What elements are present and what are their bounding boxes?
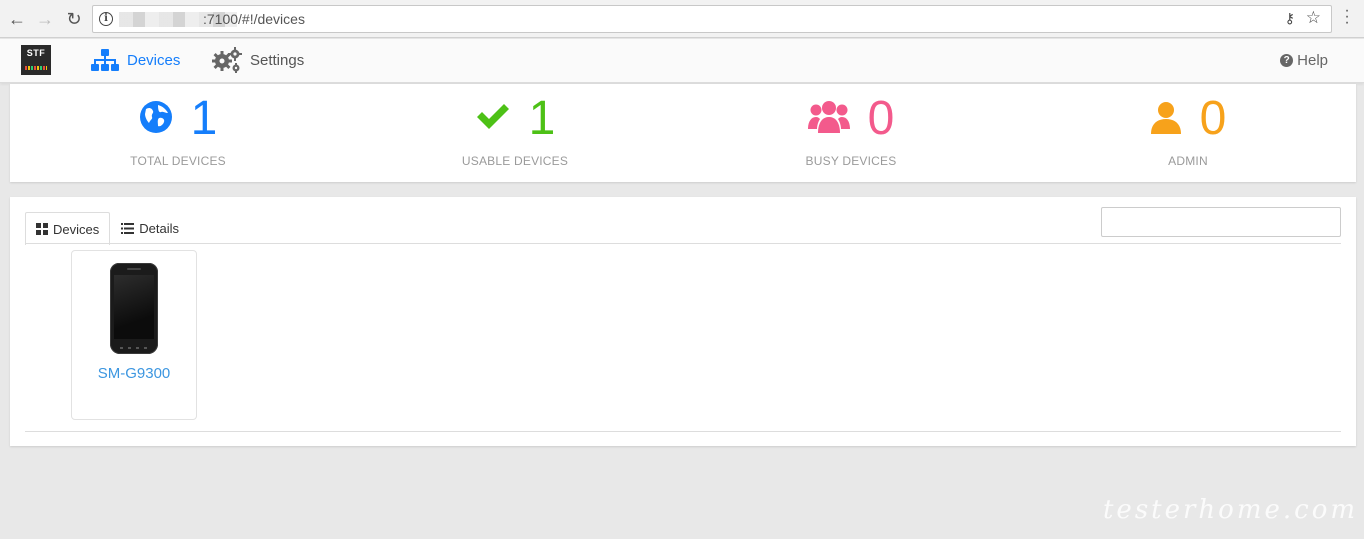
bookmark-star-icon[interactable]: ☆ xyxy=(1306,8,1321,28)
back-arrow-icon[interactable]: ← xyxy=(6,8,28,30)
forward-arrow-icon[interactable]: → xyxy=(34,8,56,30)
gears-icon xyxy=(212,47,242,73)
stat-admin-value: 0 xyxy=(1199,92,1227,145)
device-name[interactable]: SM-G9300 xyxy=(72,365,196,382)
help-link[interactable]: ? Help xyxy=(1280,45,1328,75)
stat-usable-devices: 1 USABLE DEVICES xyxy=(347,84,683,182)
view-tabs: Devices Details xyxy=(25,212,190,245)
tab-details-label: Details xyxy=(139,221,179,236)
panel-divider xyxy=(25,431,1341,432)
sitemap-icon xyxy=(91,48,119,72)
nav-settings-label: Settings xyxy=(250,51,305,69)
tab-devices[interactable]: Devices xyxy=(25,212,111,245)
browser-toolbar: ← → ↻ i :7100/#!/devices ⚷ ☆ · · · xyxy=(0,0,1364,38)
stat-usable-value: 1 xyxy=(528,92,556,145)
stat-busy-label: BUSY DEVICES xyxy=(805,154,897,168)
app-navbar: STF Devices Settings ? Help xyxy=(0,39,1364,83)
stat-total-devices: 1 TOTAL DEVICES xyxy=(10,84,346,182)
address-url: :7100/#!/devices xyxy=(203,11,305,27)
stat-total-value: 1 xyxy=(190,92,218,145)
devices-panel: Devices Details SM-G9300 xyxy=(10,197,1356,446)
tab-divider xyxy=(25,243,1341,244)
browser-menu-icon[interactable]: · · · xyxy=(1344,3,1350,31)
stat-busy-devices: 0 BUSY DEVICES xyxy=(683,84,1019,182)
users-icon xyxy=(807,99,850,140)
question-icon: ? xyxy=(1280,53,1294,67)
address-bar[interactable]: i :7100/#!/devices ⚷ ☆ xyxy=(92,5,1332,33)
globe-icon xyxy=(139,100,173,139)
device-card[interactable]: SM-G9300 xyxy=(71,250,197,420)
grid-icon xyxy=(36,223,48,235)
key-icon[interactable]: ⚷ xyxy=(1285,10,1295,27)
tab-devices-label: Devices xyxy=(53,221,100,237)
user-icon xyxy=(1150,100,1182,139)
stat-busy-value: 0 xyxy=(867,92,895,145)
stat-total-label: TOTAL DEVICES xyxy=(130,154,226,168)
stat-admin-label: ADMIN xyxy=(1168,154,1208,168)
phone-image xyxy=(110,263,158,354)
device-search-input[interactable] xyxy=(1101,207,1341,237)
nav-devices[interactable]: Devices xyxy=(91,45,180,75)
help-label: Help xyxy=(1297,51,1328,69)
stf-logo[interactable]: STF xyxy=(21,45,51,75)
site-info-icon[interactable]: i xyxy=(99,12,113,26)
check-icon xyxy=(475,102,511,137)
stat-usable-label: USABLE DEVICES xyxy=(461,154,569,168)
nav-settings[interactable]: Settings xyxy=(212,45,304,75)
list-icon xyxy=(121,223,135,234)
watermark: testerhome.com xyxy=(1102,495,1358,525)
logo-text: STF xyxy=(26,48,46,58)
stats-panel: 1 TOTAL DEVICES 1 USABLE DEVICES 0 BUSY … xyxy=(10,84,1356,182)
reload-icon[interactable]: ↻ xyxy=(63,8,85,30)
stat-admin: 0 ADMIN xyxy=(1020,84,1356,182)
nav-devices-label: Devices xyxy=(127,51,181,69)
tab-details[interactable]: Details xyxy=(110,212,190,244)
